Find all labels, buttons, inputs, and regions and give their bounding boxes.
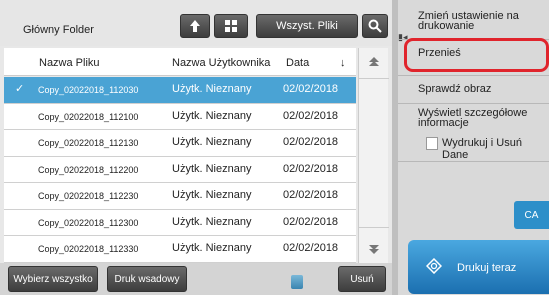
cell-filename: Copy_02022018_112100 bbox=[38, 111, 139, 122]
print-now-button[interactable]: Drukuj teraz bbox=[408, 240, 549, 294]
cell-date: 02/02/2018 bbox=[283, 109, 339, 122]
print-and-delete-label: Wydrukuj i Usuń Dane bbox=[442, 137, 522, 161]
scroll-down-button[interactable] bbox=[359, 235, 389, 263]
check-icon: ✓ bbox=[15, 83, 25, 95]
cell-username: Użytk. Nieznany bbox=[172, 83, 252, 95]
table-row[interactable]: Copy_02022018_112200 Użytk. Nieznany 02/… bbox=[4, 156, 356, 183]
table-row[interactable]: Copy_02022018_112300 Użytk. Nieznany 02/… bbox=[4, 209, 356, 236]
sort-arrow-icon[interactable]: ↓ bbox=[340, 57, 346, 69]
cell-username: Użytk. Nieznany bbox=[172, 136, 252, 148]
table-row[interactable]: Copy_02022018_112100 Użytk. Nieznany 02/… bbox=[4, 103, 356, 130]
cell-username: Użytk. Nieznany bbox=[172, 162, 252, 175]
table-row[interactable]: Copy_02022018_112330 Użytk. Nieznany 02/… bbox=[4, 236, 356, 263]
table-row[interactable]: Copy_02022018_112230 Użytk. Nieznany 02/… bbox=[4, 183, 356, 210]
cell-username: Użytk. Nieznany bbox=[172, 242, 252, 254]
cell-username: Użytk. Nieznany bbox=[172, 215, 252, 228]
print-start-icon bbox=[426, 258, 442, 274]
toner-icon bbox=[291, 275, 303, 289]
search-icon bbox=[368, 19, 382, 33]
table-header: Nazwa Pliku Nazwa Użytkownika Data ↓ bbox=[4, 48, 356, 76]
up-folder-button[interactable] bbox=[180, 14, 210, 38]
cell-username: Użytk. Nieznany bbox=[172, 109, 252, 122]
cell-filename: Copy_02022018_112200 bbox=[38, 164, 139, 175]
cell-filename: Copy_02022018_112230 bbox=[38, 191, 139, 201]
header-username[interactable]: Nazwa Użytkownika bbox=[172, 57, 270, 69]
search-button[interactable] bbox=[362, 14, 388, 38]
bottom-toolbar: Wybierz wszystko Druk wsadowy Usuń bbox=[0, 263, 392, 295]
select-all-button[interactable]: Wybierz wszystko bbox=[8, 266, 98, 292]
table-row[interactable]: ✓ Copy_02022018_112030 Użytk. Nieznany 0… bbox=[4, 77, 356, 104]
show-details-item[interactable]: Wyświetl szczegółowe informacje bbox=[398, 104, 549, 134]
change-settings-item[interactable]: Zmień ustawienie na drukowanie bbox=[398, 0, 549, 40]
cell-date: 02/02/2018 bbox=[283, 215, 339, 228]
scroll-up-button[interactable] bbox=[359, 48, 389, 76]
show-details-label: Wyświetl szczegółowe informacje bbox=[418, 107, 528, 129]
check-image-label: Sprawdź obraz bbox=[418, 83, 492, 95]
header-date[interactable]: Data bbox=[286, 57, 309, 69]
all-files-button[interactable]: Wszyst. Pliki bbox=[256, 14, 358, 38]
cell-filename: Copy_02022018_112030 bbox=[38, 85, 139, 95]
grid-view-button[interactable] bbox=[214, 14, 248, 38]
cell-date: 02/02/2018 bbox=[283, 83, 339, 95]
highlight-frame bbox=[404, 38, 549, 72]
delete-button[interactable]: Usuń bbox=[338, 266, 386, 292]
grid-icon bbox=[225, 20, 237, 32]
cell-filename: Copy_02022018_112330 bbox=[38, 244, 139, 254]
double-down-arrow-icon bbox=[369, 245, 379, 254]
cell-date: 02/02/2018 bbox=[283, 136, 339, 148]
table-row[interactable]: Copy_02022018_112130 Użytk. Nieznany 02/… bbox=[4, 130, 356, 157]
ca-button[interactable]: CA bbox=[514, 201, 549, 229]
folder-label: Główny Folder bbox=[23, 24, 94, 36]
cell-filename: Copy_02022018_112130 bbox=[38, 138, 139, 148]
header-filename[interactable]: Nazwa Pliku bbox=[39, 57, 100, 69]
cell-date: 02/02/2018 bbox=[283, 162, 339, 175]
batch-print-button[interactable]: Druk wsadowy bbox=[107, 266, 187, 292]
print-now-label: Drukuj teraz bbox=[457, 262, 517, 274]
check-image-item[interactable]: Sprawdź obraz bbox=[398, 76, 549, 104]
change-settings-label: Zmień ustawienie na drukowanie bbox=[418, 11, 519, 32]
double-up-arrow-icon bbox=[369, 57, 379, 66]
cell-date: 02/02/2018 bbox=[283, 189, 339, 201]
cell-filename: Copy_02022018_112300 bbox=[38, 217, 139, 228]
up-arrow-icon bbox=[190, 20, 200, 32]
file-table: ✓ Copy_02022018_112030 Użytk. Nieznany 0… bbox=[4, 77, 356, 263]
scroll-track[interactable] bbox=[359, 78, 389, 228]
cell-date: 02/02/2018 bbox=[283, 242, 339, 254]
cell-username: Użytk. Nieznany bbox=[172, 189, 252, 201]
scrollbar[interactable] bbox=[358, 48, 389, 263]
print-and-delete-checkbox[interactable] bbox=[426, 137, 438, 150]
print-and-delete-item[interactable]: Wydrukuj i Usuń Dane bbox=[398, 134, 549, 162]
top-toolbar: Główny Folder Wszyst. Pliki bbox=[0, 0, 392, 46]
